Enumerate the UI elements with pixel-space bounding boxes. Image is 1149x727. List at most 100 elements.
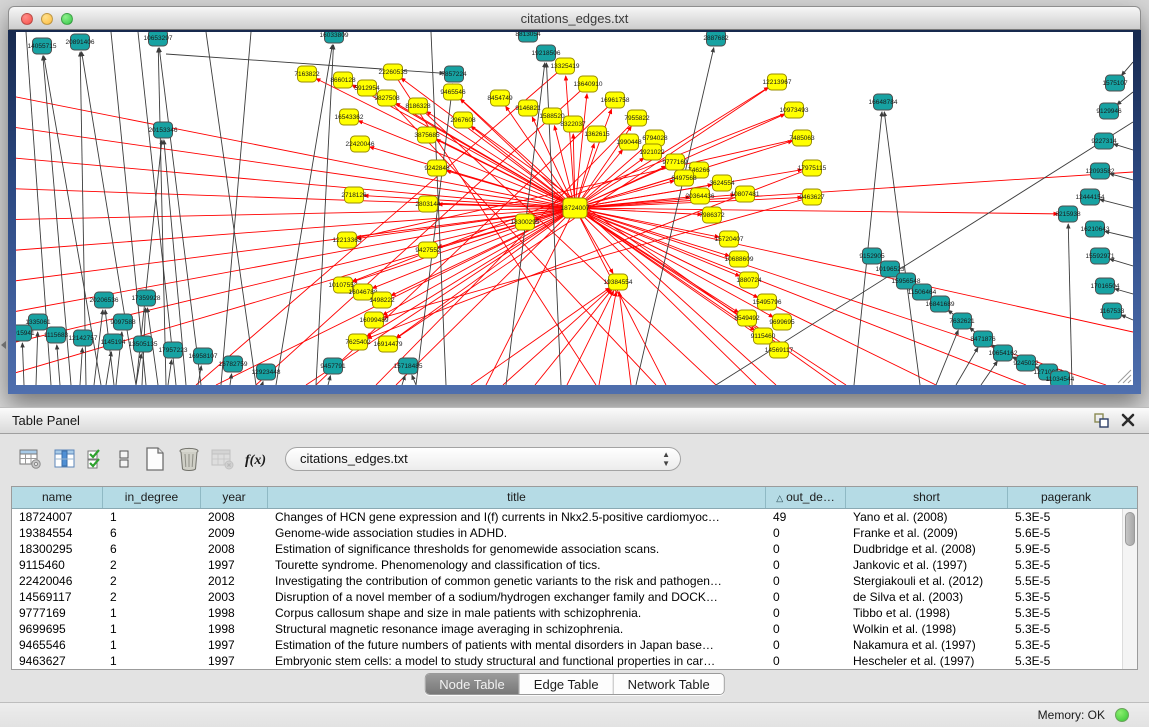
tab-edge-table[interactable]: Edge Table [520,674,614,694]
table-cell[interactable]: 9699695 [12,621,103,637]
table-scrollbar[interactable] [1122,509,1137,669]
table-row[interactable]: 1872400712008Changes of HCN gene express… [12,509,1137,525]
table-cell[interactable]: Jankovic et al. (1997) [846,557,1008,573]
table-cell[interactable]: Estimation of the future numbers of pati… [268,637,766,653]
tab-node-table[interactable]: Node Table [425,674,520,694]
scrollbar-thumb[interactable] [1125,512,1135,546]
network-canvas[interactable]: 1872400719384554183002957163822866012859… [16,32,1133,385]
table-cell[interactable]: 1 [103,637,201,653]
table-cell[interactable]: 2009 [201,525,268,541]
column-header-pagerank[interactable]: pagerank [1008,487,1124,508]
close-panel-icon[interactable] [1121,413,1135,432]
table-cell[interactable]: Tourette syndrome. Phenomenology and cla… [268,557,766,573]
row-selector-button[interactable] [110,444,138,474]
table-cell[interactable]: 5.3E-5 [1008,589,1124,605]
memory-ok-icon[interactable] [1115,708,1129,722]
table-cell[interactable]: Corpus callosum shape and size in male p… [268,605,766,621]
new-table-button[interactable] [138,444,172,474]
zoom-window-icon[interactable] [61,13,73,25]
table-cell[interactable]: 1 [103,653,201,669]
column-header-title[interactable]: title [268,487,766,508]
table-selector-dropdown[interactable]: citations_edges.txt ▲▼ [285,447,681,471]
table-cell[interactable]: 49 [766,509,846,525]
tab-network-table[interactable]: Network Table [614,674,724,694]
table-cell[interactable]: Stergiakouli et al. (2012) [846,573,1008,589]
table-cell[interactable]: 2 [103,573,201,589]
table-cell[interactable]: Investigating the contribution of common… [268,573,766,589]
table-cell[interactable]: Wolkin et al. (1998) [846,621,1008,637]
table-cell[interactable]: 6 [103,525,201,541]
panel-collapse-arrow-icon[interactable] [1,341,6,349]
table-cell[interactable]: 5.3E-5 [1008,557,1124,573]
resize-grip-icon[interactable] [1118,370,1131,383]
table-cell[interactable]: 5.3E-5 [1008,621,1124,637]
table-cell[interactable]: 5.3E-5 [1008,653,1124,669]
table-cell[interactable]: Nakamura et al. (1997) [846,637,1008,653]
table-cell[interactable]: 5.9E-5 [1008,541,1124,557]
network-graph[interactable]: 1872400719384554183002957163822866012859… [16,32,1133,385]
table-cell[interactable]: Genome-wide association studies in ADHD. [268,525,766,541]
table-row[interactable]: 969969511998Structural magnetic resonanc… [12,621,1137,637]
table-cell[interactable]: 0 [766,637,846,653]
table-cell[interactable]: 0 [766,605,846,621]
table-settings-button[interactable] [14,444,48,474]
table-cell[interactable]: 2 [103,589,201,605]
table-row[interactable]: 946554611997Estimation of the future num… [12,637,1137,653]
table-cell[interactable]: 0 [766,525,846,541]
column-header-in_degree[interactable]: in_degree [103,487,201,508]
table-cell[interactable]: 0 [766,557,846,573]
delete-table-button[interactable] [206,444,240,474]
table-cell[interactable]: Yano et al. (2008) [846,509,1008,525]
table-cell[interactable]: 5.5E-5 [1008,573,1124,589]
table-cell[interactable]: 1997 [201,637,268,653]
table-row[interactable]: 977716911998Corpus callosum shape and si… [12,605,1137,621]
table-cell[interactable]: Disruption of a novel member of a sodium… [268,589,766,605]
window-titlebar[interactable]: citations_edges.txt [8,6,1141,30]
table-cell[interactable]: 0 [766,573,846,589]
table-cell[interactable]: 9115460 [12,557,103,573]
column-header-short[interactable]: short [846,487,1008,508]
table-cell[interactable]: 19384554 [12,525,103,541]
table-cell[interactable]: 2008 [201,541,268,557]
table-cell[interactable]: 9463627 [12,653,103,669]
column-header-name[interactable]: name [12,487,103,508]
delete-attribute-button[interactable] [172,444,206,474]
column-header-out_de[interactable]: △out_de… [766,487,846,508]
show-columns-button[interactable] [48,444,82,474]
table-row[interactable]: 946362711997Embryonic stem cells: a mode… [12,653,1137,669]
table-cell[interactable]: 22420046 [12,573,103,589]
table-cell[interactable]: 0 [766,541,846,557]
table-cell[interactable]: 9777169 [12,605,103,621]
table-cell[interactable]: 1997 [201,557,268,573]
float-panel-icon[interactable] [1094,413,1109,433]
table-cell[interactable]: Franke et al. (2009) [846,525,1008,541]
table-cell[interactable]: Hescheler et al. (1997) [846,653,1008,669]
minimize-window-icon[interactable] [41,13,53,25]
table-row[interactable]: 2242004622012Investigating the contribut… [12,573,1137,589]
table-cell[interactable]: 18300295 [12,541,103,557]
table-cell[interactable]: 2012 [201,573,268,589]
table-row[interactable]: 1938455462009Genome-wide association stu… [12,525,1137,541]
table-cell[interactable]: 2003 [201,589,268,605]
table-cell[interactable]: 0 [766,589,846,605]
table-cell[interactable]: Dudbridge et al. (2008) [846,541,1008,557]
table-cell[interactable]: 1 [103,605,201,621]
table-cell[interactable]: 1 [103,621,201,637]
table-cell[interactable]: Embryonic stem cells: a model to study s… [268,653,766,669]
table-row[interactable]: 911546021997Tourette syndrome. Phenomeno… [12,557,1137,573]
column-header-year[interactable]: year [201,487,268,508]
table-cell[interactable]: 6 [103,541,201,557]
table-cell[interactable]: 1998 [201,621,268,637]
table-cell[interactable]: Tibbo et al. (1998) [846,605,1008,621]
table-cell[interactable]: 5.3E-5 [1008,509,1124,525]
table-cell[interactable]: Changes of HCN gene expression and I(f) … [268,509,766,525]
table-cell[interactable]: 1998 [201,605,268,621]
table-row[interactable]: 1830029562008Estimation of significance … [12,541,1137,557]
table-cell[interactable]: 2008 [201,509,268,525]
table-cell[interactable]: 5.3E-5 [1008,637,1124,653]
table-cell[interactable]: 9465546 [12,637,103,653]
table-cell[interactable]: 2 [103,557,201,573]
table-cell[interactable]: 14569117 [12,589,103,605]
table-cell[interactable]: Estimation of significance thresholds fo… [268,541,766,557]
table-cell[interactable]: 5.6E-5 [1008,525,1124,541]
